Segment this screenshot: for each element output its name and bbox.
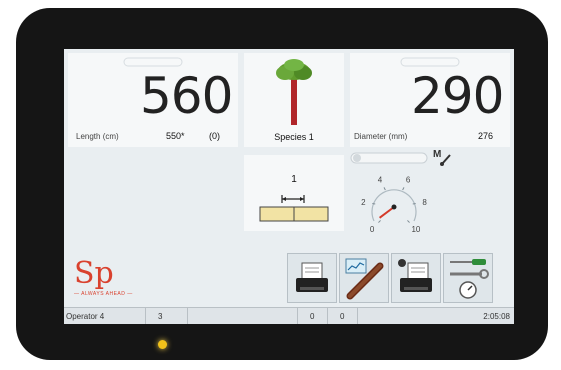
settings-tools-button[interactable] bbox=[443, 253, 493, 303]
printer-icon bbox=[398, 259, 432, 292]
species-label: Species 1 bbox=[274, 132, 314, 142]
tree-icon bbox=[276, 59, 312, 125]
status-spacer bbox=[188, 308, 298, 324]
tools-icon bbox=[450, 259, 489, 299]
log-segment-icon bbox=[259, 195, 329, 222]
gauge-tick bbox=[383, 187, 386, 191]
print-log-button[interactable] bbox=[391, 253, 441, 303]
status-time: 2:05:08 bbox=[483, 312, 510, 321]
species-panel[interactable]: Species 1 bbox=[244, 53, 344, 147]
print-button[interactable] bbox=[287, 253, 337, 303]
length-secondary: 550* bbox=[166, 131, 185, 141]
diameter-label: Diameter (mm) bbox=[354, 132, 408, 141]
gauge-tick-label: 10 bbox=[411, 225, 420, 234]
status-bar: Operator 4 3 0 0 2:05:08 bbox=[64, 307, 514, 324]
log-chart-icon bbox=[345, 258, 384, 300]
mode-slider[interactable] bbox=[350, 151, 430, 165]
length-label: Length (cm) bbox=[76, 132, 119, 141]
gauge-tick-label: 0 bbox=[370, 225, 375, 234]
diameter-secondary: 276 bbox=[478, 131, 494, 141]
status-field-3: 0 bbox=[298, 308, 328, 324]
status-field-2: 3 bbox=[146, 308, 188, 324]
gauge-tick-label: 4 bbox=[378, 175, 383, 184]
segment-panel: 1 bbox=[244, 155, 344, 231]
logo-tagline: — ALWAYS AHEAD — bbox=[74, 291, 133, 297]
company-logo: Sp — ALWAYS AHEAD — bbox=[74, 257, 144, 303]
speed-gauge: 0 2 4 6 8 10 bbox=[361, 175, 427, 234]
length-value: 560 bbox=[140, 67, 233, 125]
gauge-tick bbox=[407, 220, 410, 223]
screen: 560 Length (cm) 550* (0) Species 1 290 D… bbox=[64, 49, 514, 324]
segment-number: 1 bbox=[291, 174, 297, 185]
power-led-icon bbox=[158, 340, 167, 349]
log-chart-button[interactable] bbox=[339, 253, 389, 303]
logo-text: Sp bbox=[74, 256, 114, 291]
printer-icon bbox=[296, 262, 328, 292]
gauge-hub bbox=[391, 204, 397, 210]
gauge-tick bbox=[378, 220, 381, 223]
gauge-needle bbox=[379, 206, 395, 219]
status-field-4: 0 bbox=[328, 308, 358, 324]
gauge-tick bbox=[402, 187, 405, 191]
length-panel: 560 Length (cm) 550* (0) bbox=[68, 53, 238, 147]
edit-pencil-icon[interactable] bbox=[439, 153, 453, 167]
diameter-panel: 290 Diameter (mm) 276 bbox=[350, 53, 510, 147]
gauge-tick-label: 6 bbox=[406, 175, 411, 184]
gauge-tick-label: 8 bbox=[422, 198, 427, 207]
gauge-tick-label: 2 bbox=[361, 198, 366, 207]
length-count: (0) bbox=[209, 131, 220, 141]
status-operator: Operator 4 bbox=[64, 308, 146, 324]
diameter-value: 290 bbox=[411, 67, 504, 125]
